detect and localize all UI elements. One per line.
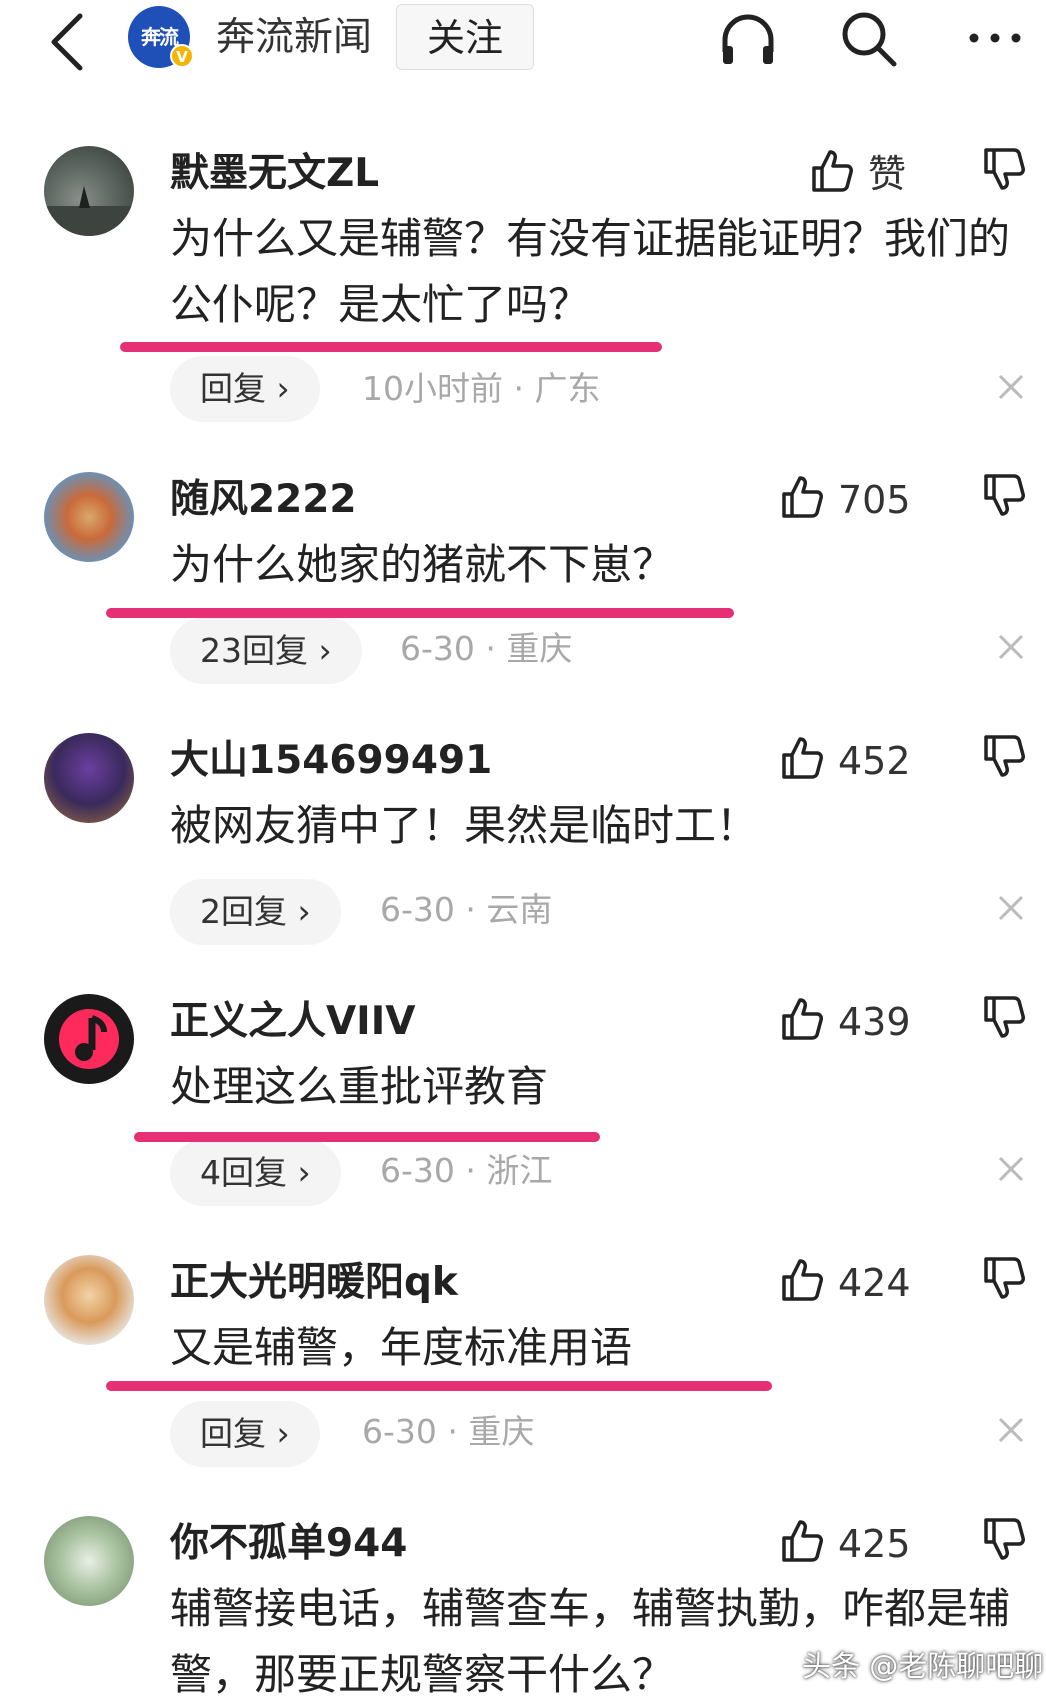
thumbs-up-icon[interactable]	[810, 146, 854, 194]
thumbs-up-icon[interactable]	[780, 1255, 824, 1303]
thumbs-down-icon[interactable]	[982, 1516, 1026, 1564]
thumbs-down-icon[interactable]	[982, 1255, 1026, 1303]
time-location: 10小时前 · 广东	[362, 369, 601, 408]
like-count[interactable]: 425	[838, 1520, 911, 1568]
close-icon[interactable]	[996, 1154, 1026, 1184]
comment-text: 被网友猜中了！果然是临时工！	[170, 801, 759, 850]
thumbs-down-icon[interactable]	[982, 994, 1026, 1042]
username[interactable]: 大山154699491	[170, 737, 492, 785]
verified-badge-icon: V	[170, 44, 194, 68]
avatar[interactable]	[44, 733, 134, 823]
time-location: 6-30 · 云南	[380, 890, 553, 929]
username[interactable]: 正义之人VIIV	[170, 998, 415, 1046]
reply-button[interactable]: 23回复 ›	[170, 618, 362, 684]
highlight-underline	[120, 342, 662, 352]
search-icon[interactable]	[838, 8, 900, 70]
reply-button[interactable]: 4回复 ›	[170, 1140, 341, 1206]
like-count[interactable]: 424	[838, 1259, 911, 1307]
reply-button[interactable]: 2回复 ›	[170, 879, 341, 945]
avatar[interactable]	[44, 1516, 134, 1606]
like-count[interactable]: 452	[838, 737, 911, 785]
close-icon[interactable]	[996, 372, 1026, 402]
headphones-icon[interactable]	[717, 8, 779, 70]
avatar[interactable]	[44, 146, 134, 236]
thumbs-up-icon[interactable]	[780, 472, 824, 520]
follow-button[interactable]: 关注	[396, 4, 534, 70]
highlight-underline	[106, 608, 734, 618]
watermark: 头条 @老陈聊吧聊	[802, 1649, 1044, 1683]
close-icon[interactable]	[996, 1415, 1026, 1445]
time-location: 6-30 · 浙江	[380, 1151, 553, 1190]
highlight-underline	[134, 1132, 600, 1142]
time-location: 6-30 · 重庆	[400, 629, 573, 668]
comment-text: 为什么她家的猪就不下崽？	[170, 540, 675, 589]
thumbs-down-icon[interactable]	[982, 146, 1026, 194]
username[interactable]: 正大光明暖阳qk	[170, 1259, 458, 1307]
username[interactable]: 随风2222	[170, 476, 357, 524]
close-icon[interactable]	[996, 893, 1026, 923]
thumbs-up-icon[interactable]	[780, 994, 824, 1042]
thumbs-up-icon[interactable]	[780, 1516, 824, 1564]
top-bar: 奔流 V 奔流新闻 关注	[0, 0, 1046, 84]
like-count[interactable]: 439	[838, 998, 911, 1046]
like-label[interactable]: 赞	[868, 150, 906, 198]
thumbs-down-icon[interactable]	[982, 472, 1026, 520]
highlight-underline	[106, 1381, 772, 1391]
thumbs-down-icon[interactable]	[982, 733, 1026, 781]
username[interactable]: 你不孤单944	[170, 1520, 407, 1568]
source-name[interactable]: 奔流新闻	[216, 14, 372, 62]
comment-text: 处理这么重批评教育	[170, 1062, 549, 1111]
avatar[interactable]	[44, 472, 134, 562]
like-count[interactable]: 705	[838, 476, 911, 524]
comment-text: 为什么又是辅警？有没有证据能证明？我们的公仆呢？是太忙了吗？	[170, 214, 1011, 329]
avatar[interactable]	[44, 1255, 134, 1345]
thumbs-up-icon[interactable]	[780, 733, 824, 781]
comment-text: 又是辅警，年度标准用语	[170, 1323, 633, 1372]
back-icon[interactable]	[42, 8, 98, 76]
avatar[interactable]	[44, 994, 134, 1084]
reply-button[interactable]: 回复 ›	[170, 356, 320, 422]
more-icon[interactable]	[964, 8, 1026, 70]
time-location: 6-30 · 重庆	[362, 1412, 535, 1451]
username[interactable]: 默墨无文ZL	[170, 150, 379, 198]
comment-text: 辅警接电话，辅警查车，辅警执勤，咋都是辅警，那要正规警察干什么？	[170, 1584, 1011, 1699]
close-icon[interactable]	[996, 632, 1026, 662]
reply-button[interactable]: 回复 ›	[170, 1401, 320, 1467]
